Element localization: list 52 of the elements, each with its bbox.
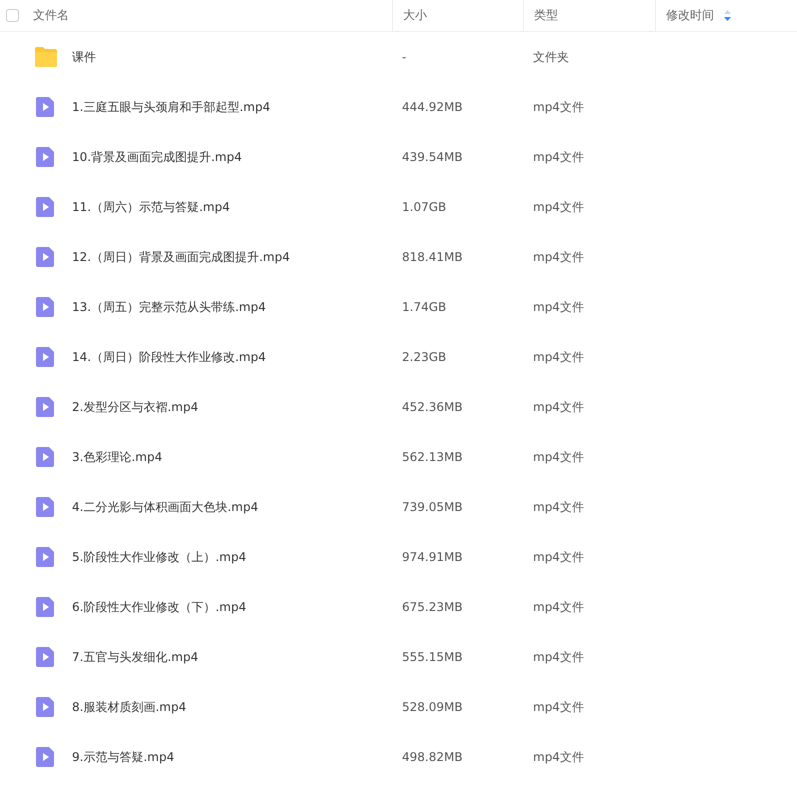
file-type: mp4文件 xyxy=(532,698,585,716)
file-name[interactable]: 1.三庭五眼与头颈肩和手部起型.mp4 xyxy=(72,98,270,116)
file-type: mp4文件 xyxy=(532,498,585,516)
file-type: mp4文件 xyxy=(532,248,585,266)
file-size: 498.82MB xyxy=(401,750,464,764)
file-size: 1.74GB xyxy=(401,300,448,314)
file-size: 562.13MB xyxy=(401,450,464,464)
file-size: 439.54MB xyxy=(401,150,464,164)
folder-icon xyxy=(34,45,58,69)
file-type: mp4文件 xyxy=(532,748,585,766)
file-type: mp4文件 xyxy=(532,548,585,566)
column-header[interactable]: 大小 xyxy=(403,7,427,24)
column-header[interactable]: 类型 xyxy=(534,7,558,24)
file-type: mp4文件 xyxy=(532,648,585,666)
file-name[interactable]: 12.（周日）背景及画面完成图提升.mp4 xyxy=(72,248,290,266)
file-type: mp4文件 xyxy=(532,298,585,316)
file-size: 444.92MB xyxy=(401,100,464,114)
file-name[interactable]: 4.二分光影与体积画面大色块.mp4 xyxy=(72,498,258,516)
file-name[interactable]: 10.背景及画面完成图提升.mp4 xyxy=(72,148,242,166)
file-type: mp4文件 xyxy=(532,398,585,416)
file-name[interactable]: 7.五官与头发细化.mp4 xyxy=(72,648,198,666)
file-type: mp4文件 xyxy=(532,348,585,366)
file-type: mp4文件 xyxy=(532,198,585,216)
file-name[interactable]: 13.（周五）完整示范从头带练.mp4 xyxy=(72,298,266,316)
file-type: mp4文件 xyxy=(532,98,585,116)
file-name[interactable]: 课件 xyxy=(72,48,96,66)
file-size: 818.41MB xyxy=(401,250,464,264)
file-size: 2.23GB xyxy=(401,350,448,364)
column-header[interactable]: 文件名 xyxy=(33,7,69,24)
file-type: mp4文件 xyxy=(532,598,585,616)
file-size: 555.15MB xyxy=(401,650,464,664)
file-name[interactable]: 6.阶段性大作业修改（下）.mp4 xyxy=(72,598,246,616)
file-name[interactable]: 2.发型分区与衣褶.mp4 xyxy=(72,398,198,416)
file-name[interactable]: 14.（周日）阶段性大作业修改.mp4 xyxy=(72,348,266,366)
file-type: 文件夹 xyxy=(532,48,570,66)
file-size: 1.07GB xyxy=(401,200,448,214)
column-header[interactable]: 修改时间 xyxy=(666,7,714,24)
file-name[interactable]: 3.色彩理论.mp4 xyxy=(72,448,162,466)
file-size: 974.91MB xyxy=(401,550,464,564)
file-name[interactable]: 11.（周六）示范与答疑.mp4 xyxy=(72,198,230,216)
file-name[interactable]: 8.服装材质刻画.mp4 xyxy=(72,698,186,716)
file-size: 452.36MB xyxy=(401,400,464,414)
file-name[interactable]: 5.阶段性大作业修改（上）.mp4 xyxy=(72,548,246,566)
file-name[interactable]: 9.示范与答疑.mp4 xyxy=(72,748,174,766)
file-size: 739.05MB xyxy=(401,500,464,514)
select-all-checkbox[interactable] xyxy=(6,9,19,22)
file-size: 528.09MB xyxy=(401,700,464,714)
file-type: mp4文件 xyxy=(532,148,585,166)
sort-icon[interactable] xyxy=(724,10,731,21)
file-size: - xyxy=(401,50,408,64)
file-type: mp4文件 xyxy=(532,448,585,466)
file-size: 675.23MB xyxy=(401,600,464,614)
